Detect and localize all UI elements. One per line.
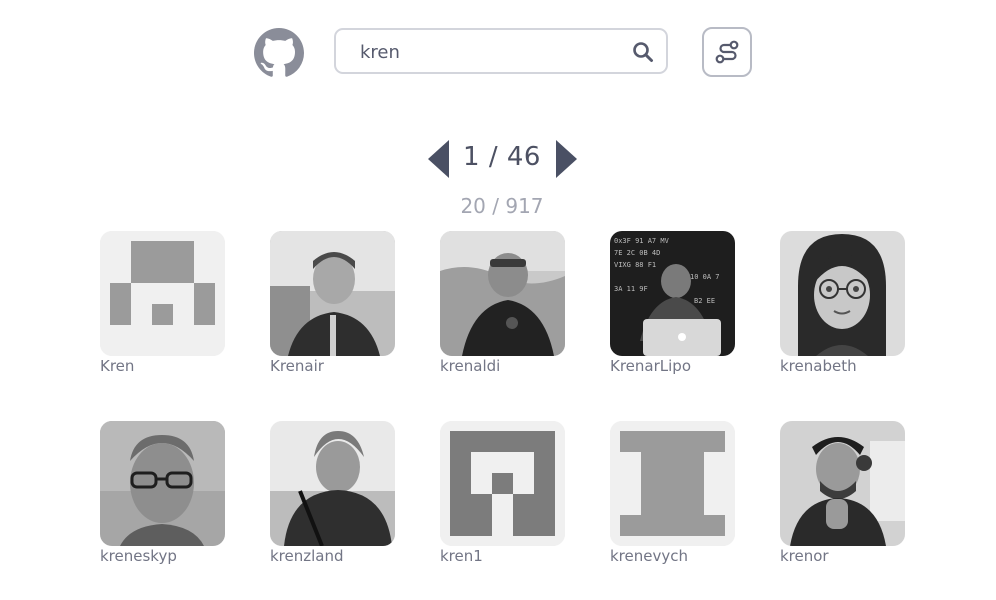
avatar [100, 421, 225, 546]
user-card[interactable]: kreneskyp [100, 421, 240, 581]
user-card[interactable]: kren1 [440, 421, 580, 581]
username: krenabeth [780, 357, 857, 375]
svg-text:7E 2C 0B 4D: 7E 2C 0B 4D [614, 249, 660, 257]
search-input[interactable] [360, 40, 620, 64]
avatar [780, 421, 905, 546]
avatar: 0x3F 91 A7 MV 7E 2C 0B 4D VIXG 88 F1 10 … [610, 231, 735, 356]
route-icon [715, 40, 739, 64]
svg-text:B2 EE: B2 EE [694, 297, 715, 305]
triangle-right-icon[interactable] [555, 140, 577, 178]
user-card[interactable]: 0x3F 91 A7 MV 7E 2C 0B 4D VIXG 88 F1 10 … [610, 231, 750, 391]
triangle-left-icon[interactable] [428, 140, 450, 178]
avatar [440, 421, 565, 546]
user-card[interactable]: krenevych [610, 421, 750, 581]
svg-text:3A 11 9F: 3A 11 9F [614, 285, 648, 293]
search-icon[interactable] [632, 41, 654, 63]
avatar [270, 421, 395, 546]
username: Krenair [270, 357, 324, 375]
svg-text:VIXG 88 F1: VIXG 88 F1 [614, 261, 656, 269]
user-card[interactable]: krenaldi [440, 231, 580, 391]
route-button[interactable] [702, 27, 752, 77]
svg-text:0x3F 91 A7 MV: 0x3F 91 A7 MV [614, 237, 670, 245]
top-bar [0, 0, 996, 110]
github-icon[interactable] [254, 28, 304, 78]
username: kren1 [440, 547, 483, 565]
avatar [100, 231, 225, 356]
svg-text:10 0A 7: 10 0A 7 [690, 273, 720, 281]
page-indicator: 1 / 46 [463, 142, 541, 172]
user-card[interactable]: krenor [780, 421, 920, 581]
username: kreneskyp [100, 547, 177, 565]
avatar [780, 231, 905, 356]
pagination: 1 / 46 [0, 136, 996, 182]
username: Kren [100, 357, 135, 375]
username: krenaldi [440, 357, 501, 375]
user-card[interactable]: krenabeth [780, 231, 920, 391]
username: KrenarLipo [610, 357, 691, 375]
user-card[interactable]: Krenair [270, 231, 410, 391]
username: krenevych [610, 547, 688, 565]
avatar [610, 421, 735, 546]
username: krenzland [270, 547, 344, 565]
user-card[interactable]: Kren [100, 231, 240, 391]
search-box [334, 28, 668, 74]
results-count: 20 / 917 [460, 194, 544, 218]
avatar [270, 231, 395, 356]
user-card[interactable]: krenzland [270, 421, 410, 581]
username: krenor [780, 547, 829, 565]
avatar [440, 231, 565, 356]
